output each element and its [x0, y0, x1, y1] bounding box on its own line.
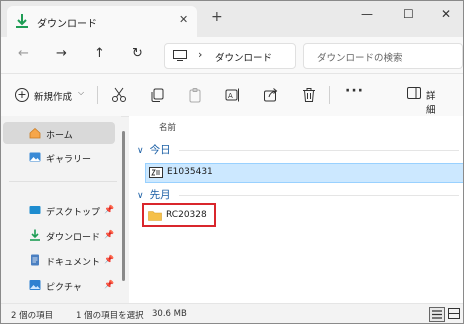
navigation-pane: ホーム ギャラリー デスクトップ 📌 ダウンロード 📌 ドキュメント 📌 ピクチ…	[1, 116, 121, 303]
divider	[9, 181, 117, 182]
sidebar-scrollbar[interactable]	[122, 131, 125, 281]
chevron-down-icon: ∨	[137, 146, 144, 156]
pin-icon: 📌	[104, 205, 114, 214]
sidebar-item-downloads[interactable]: ダウンロード 📌	[3, 224, 115, 246]
pin-icon: 📌	[104, 280, 114, 289]
sidebar-item-documents[interactable]: ドキュメント 📌	[3, 249, 115, 271]
documents-icon	[31, 254, 39, 266]
column-header-name[interactable]: 名前	[159, 121, 176, 133]
status-selection: 1 個の項目を選択	[76, 311, 144, 321]
download-icon	[30, 229, 40, 241]
pictures-icon	[29, 280, 41, 290]
command-bar: + 新規作成 ⌵ A ··· 詳細	[1, 74, 463, 117]
cut-icon[interactable]	[111, 87, 127, 103]
tab-close-button[interactable]: ✕	[179, 13, 188, 26]
chevron-down-icon: ⌵	[78, 88, 85, 97]
forward-button[interactable]: →	[56, 46, 67, 61]
group-header-last-month[interactable]: ∨ 先月	[137, 187, 171, 202]
search-placeholder: ダウンロードの検索	[317, 53, 403, 64]
divider	[179, 195, 459, 196]
back-button[interactable]: ←	[18, 46, 29, 61]
search-box[interactable]: ダウンロードの検索	[303, 43, 463, 69]
details-label: 詳細	[426, 91, 436, 116]
computer-icon	[173, 50, 187, 61]
copy-icon[interactable]	[149, 87, 165, 103]
group-label: 先月	[149, 189, 171, 201]
status-size: 30.6 MB	[152, 309, 187, 319]
sidebar-item-desktop[interactable]: デスクトップ 📌	[3, 199, 115, 221]
sidebar-item-gallery[interactable]: ギャラリー	[3, 146, 115, 168]
maximize-button[interactable]: ☐	[403, 7, 414, 21]
sidebar-item-label: ホーム	[46, 131, 73, 141]
sidebar-item-label: ダウンロード	[46, 233, 101, 243]
svg-text:A: A	[228, 92, 233, 100]
zip-file-icon	[149, 167, 163, 178]
divider	[179, 150, 459, 151]
sidebar-item-label: ドキュメント	[46, 258, 101, 268]
sidebar-item-home[interactable]: ホーム	[3, 122, 115, 144]
plus-icon: +	[15, 88, 29, 102]
status-bar: 2 個の項目 1 個の項目を選択 30.6 MB	[1, 303, 463, 323]
sidebar-item-label: デスクトップ	[46, 208, 101, 218]
tiles-view-icon[interactable]	[447, 307, 461, 320]
details-view-icon[interactable]	[429, 307, 445, 322]
rename-icon[interactable]: A	[225, 87, 241, 103]
pin-icon: 📌	[104, 255, 114, 264]
refresh-button[interactable]: ↻	[132, 46, 143, 61]
up-button[interactable]: ↑	[94, 46, 105, 61]
group-header-today[interactable]: ∨ 今日	[137, 142, 171, 157]
tab-downloads[interactable]: ダウンロード ✕	[7, 6, 197, 37]
file-explorer-window: ダウンロード ✕ + — ☐ ✕ ← → ↑ ↻ › ダウンロード ダウンロード…	[0, 0, 464, 324]
sidebar-item-label: ギャラリー	[46, 155, 92, 165]
desktop-icon	[29, 206, 41, 214]
sidebar-item-pictures[interactable]: ピクチャ 📌	[3, 274, 115, 296]
highlight-box	[142, 203, 216, 227]
address-bar[interactable]: › ダウンロード	[164, 43, 296, 69]
sidebar-item-label: ピクチャ	[46, 283, 82, 293]
file-list: 名前 ∨ 今日 E1035431 ∨ 先月 RC20328	[129, 116, 463, 303]
minimize-button[interactable]: —	[361, 7, 373, 21]
new-tab-button[interactable]: +	[211, 9, 223, 25]
breadcrumb-downloads[interactable]: ダウンロード	[215, 50, 272, 64]
share-icon[interactable]	[263, 87, 279, 103]
divider	[329, 86, 330, 104]
gallery-icon	[29, 152, 41, 162]
new-button-label: 新規作成	[34, 92, 73, 103]
group-label: 今日	[149, 144, 171, 156]
chevron-down-icon: ∨	[137, 191, 144, 201]
details-pane-icon	[407, 87, 421, 99]
breadcrumb-separator: ›	[198, 48, 203, 61]
home-icon	[29, 127, 41, 139]
more-options-button[interactable]: ···	[345, 83, 364, 99]
paste-icon[interactable]	[187, 87, 203, 103]
download-icon	[16, 14, 28, 28]
delete-icon[interactable]	[301, 87, 317, 103]
tab-title: ダウンロード	[37, 19, 97, 30]
tab-bar: ダウンロード ✕ + — ☐ ✕	[1, 1, 463, 37]
close-window-button[interactable]: ✕	[441, 7, 451, 21]
file-name: E1035431	[167, 167, 213, 177]
divider	[97, 86, 98, 104]
navigation-bar: ← → ↑ ↻ › ダウンロード ダウンロードの検索	[1, 37, 463, 74]
file-row-e1035431[interactable]: E1035431	[145, 163, 463, 183]
pin-icon: 📌	[104, 230, 114, 239]
status-item-count: 2 個の項目	[11, 311, 54, 321]
